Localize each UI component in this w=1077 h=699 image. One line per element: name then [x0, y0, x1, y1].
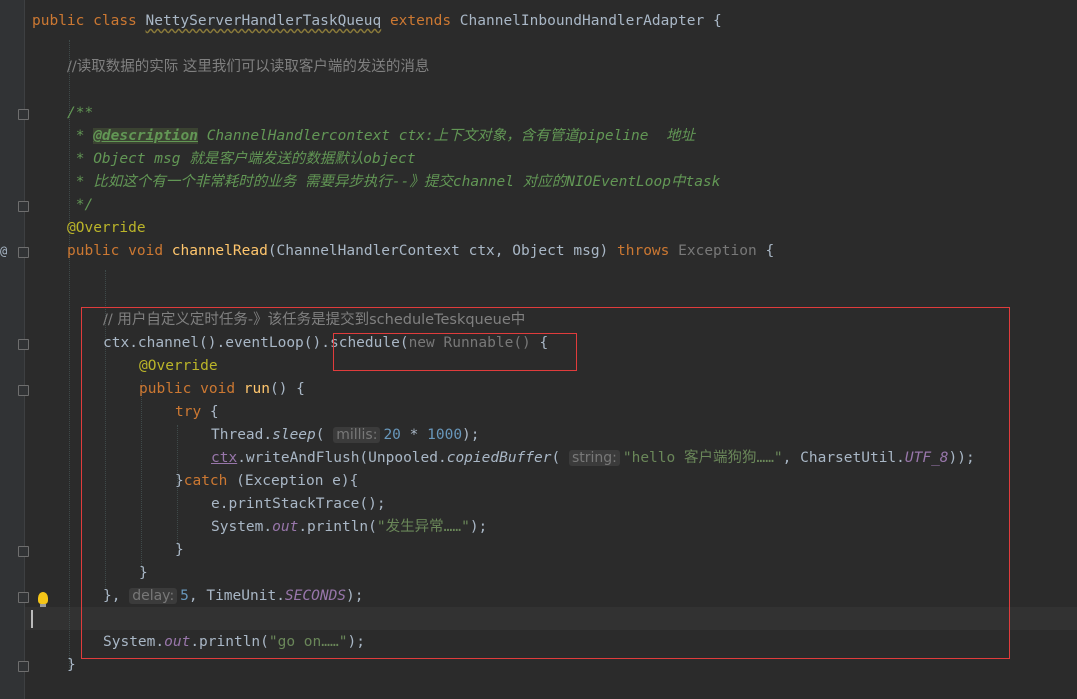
method-name: copiedBuffer	[446, 450, 552, 466]
keyword: catch	[183, 473, 228, 489]
doc-text: ChannelHandlercontext ctx:上下文对象，含有管道pipe…	[197, 128, 695, 144]
static-field: out	[164, 634, 191, 650]
doc-comment-close[interactable]: */	[67, 194, 93, 217]
code-text: (	[315, 427, 325, 443]
method-name: run	[243, 381, 270, 397]
number: 5	[180, 588, 189, 604]
string: "hello 客户端狗狗……"	[622, 450, 783, 466]
code-text: ctx.channel().eventLoop().	[103, 335, 330, 351]
brace: {	[704, 13, 722, 29]
code-text: );	[469, 519, 488, 535]
constant: SECONDS	[284, 588, 347, 604]
fold-icon[interactable]	[18, 339, 29, 350]
override-marker-icon[interactable]: @	[0, 244, 7, 258]
keyword: public	[32, 13, 85, 29]
code-line-catch[interactable]: }catch (Exception e){	[175, 470, 358, 493]
keyword: void	[128, 243, 164, 259]
code-line-class[interactable]: public class NettyServerHandlerTaskQueuq…	[32, 10, 722, 33]
brace: {	[201, 404, 219, 420]
code-line-write[interactable]: ctx.writeAndFlush(Unpooled.copiedBuffer(…	[211, 447, 975, 470]
doc-comment-line[interactable]: * Object msg 就是客户端发送的数据默认object	[67, 148, 416, 171]
method-params: (ChannelHandlerContext ctx, Object msg)	[267, 243, 618, 259]
code-line-println[interactable]: System.out.println("发生异常……");	[211, 516, 487, 539]
constant: UTF_8	[904, 450, 949, 466]
code-text: (Exception e){	[227, 473, 359, 489]
indent-guide	[141, 380, 142, 570]
anonymous-class: new Runnable()	[408, 335, 531, 351]
param-hint: string:	[568, 450, 620, 466]
code-text: );	[462, 427, 480, 443]
code-text: ));	[948, 450, 975, 466]
keyword: try	[175, 404, 202, 420]
code-line-method[interactable]: public void channelRead(ChannelHandlerCo…	[67, 240, 774, 263]
doc-tag: @description	[93, 128, 198, 144]
brace: {	[530, 335, 549, 351]
keyword: public	[67, 243, 120, 259]
keyword: public	[139, 381, 192, 397]
code-text: , TimeUnit.	[188, 588, 285, 604]
code-text: Thread.	[211, 427, 273, 443]
class-name: NettyServerHandlerTaskQueuq	[145, 13, 382, 29]
code-line-run[interactable]: public void run() {	[139, 378, 305, 401]
code-comment[interactable]: //读取数据的实际 这里我们可以读取客户端的发送的消息	[67, 56, 429, 79]
string: "go on……"	[268, 634, 348, 650]
fold-icon[interactable]	[18, 201, 29, 212]
closing-brace[interactable]: }	[67, 654, 76, 677]
fold-icon[interactable]	[18, 247, 29, 258]
code-text: *	[400, 427, 428, 443]
code-text: schedule(	[329, 335, 409, 351]
closing-brace[interactable]: }	[175, 539, 184, 562]
doc-comment-line[interactable]: * 比如这个有一个非常耗时的业务 需要异步执行--》提交channel 对应的N…	[67, 171, 721, 194]
string: "发生异常……"	[376, 519, 470, 535]
code-line-sleep[interactable]: Thread.sleep( millis: 20 * 1000);	[211, 424, 480, 447]
code-text: System.	[103, 634, 165, 650]
fold-icon[interactable]	[18, 546, 29, 557]
code-text: .writeAndFlush(Unpooled.	[237, 450, 447, 466]
lightbulb-icon[interactable]	[38, 592, 48, 607]
code-text: .println(	[298, 519, 377, 535]
exception-type: Exception	[669, 243, 757, 259]
brace: }	[175, 473, 184, 489]
code-text: },	[103, 588, 121, 604]
parent-class: ChannelInboundHandlerAdapter	[459, 13, 705, 29]
code-text: .println(	[190, 634, 269, 650]
code-line-schedule-end[interactable]: }, delay: 5, TimeUnit.SECONDS);	[103, 585, 364, 608]
code-comment[interactable]: // 用户自定义定时任务-》该任务是提交到scheduleTeskqueue中	[103, 309, 525, 332]
brace: {	[756, 243, 775, 259]
current-line-highlight	[25, 607, 1077, 630]
doc-comment-line[interactable]: * @description ChannelHandlercontext ctx…	[67, 125, 695, 148]
doc-star: *	[67, 128, 94, 144]
keyword: extends	[389, 13, 452, 29]
fold-icon[interactable]	[18, 385, 29, 396]
number: 1000	[427, 427, 463, 443]
doc-comment-open[interactable]: /**	[67, 102, 93, 125]
closing-brace[interactable]: }	[139, 562, 148, 585]
param-hint: millis:	[333, 427, 381, 443]
method-name: sleep	[272, 427, 316, 443]
method-name: channelRead	[171, 243, 268, 259]
text-caret	[31, 610, 33, 628]
code-text: );	[346, 588, 364, 604]
override-annotation[interactable]: @Override	[67, 217, 146, 240]
fold-icon[interactable]	[18, 661, 29, 672]
code-text: () {	[269, 381, 305, 397]
code-text: (	[551, 450, 561, 466]
code-text: System.	[211, 519, 273, 535]
param-hint: delay:	[129, 588, 178, 604]
number: 20	[383, 427, 401, 443]
code-line-schedule[interactable]: ctx.channel().eventLoop().schedule(new R…	[103, 332, 548, 355]
fold-icon[interactable]	[18, 109, 29, 120]
code-text: , CharsetUtil.	[782, 450, 905, 466]
code-line-try[interactable]: try {	[175, 401, 219, 424]
keyword: void	[200, 381, 236, 397]
keyword: class	[93, 13, 137, 29]
fold-icon[interactable]	[18, 592, 29, 603]
code-text: );	[347, 634, 365, 650]
static-field: out	[272, 519, 299, 535]
keyword: throws	[617, 243, 670, 259]
override-annotation[interactable]: @Override	[139, 355, 218, 378]
code-line-println2[interactable]: System.out.println("go on……");	[103, 631, 365, 654]
variable: ctx	[211, 450, 238, 466]
code-line-printstack[interactable]: e.printStackTrace();	[211, 493, 386, 516]
